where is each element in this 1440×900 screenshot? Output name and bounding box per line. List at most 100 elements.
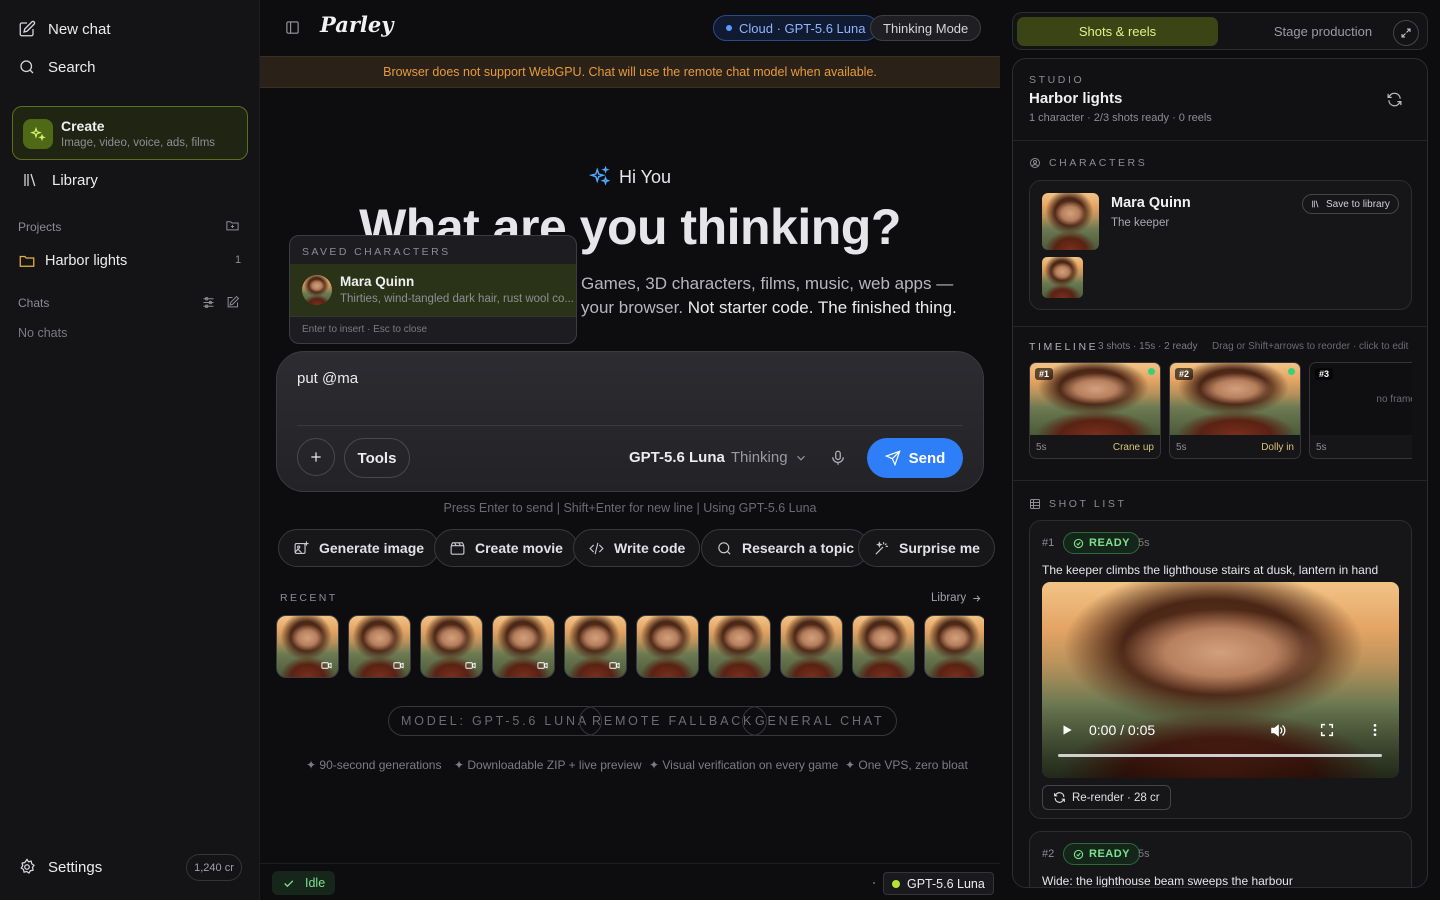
top-bar: Parley Cloud · GPT-5.6 Luna Thinking Mod…	[260, 0, 1000, 56]
ready-dot	[1288, 368, 1295, 375]
rerender-label: Re-render · 28 cr	[1072, 791, 1160, 804]
edit-icon	[19, 20, 36, 37]
timeline-shot-2[interactable]: #2 5s Dolly in	[1169, 362, 1301, 459]
search-label: Search	[48, 58, 96, 76]
play-icon[interactable]	[1060, 723, 1074, 737]
project-item-harbor-lights[interactable]: Harbor lights	[18, 252, 127, 270]
image-plus-icon	[294, 540, 309, 554]
expand-button[interactable]	[1393, 20, 1419, 46]
recent-thumbnail[interactable]	[636, 615, 699, 678]
studio-panel: STUDIO Harbor lights 1 character · 2/3 s…	[1012, 58, 1428, 888]
no-frame-text: no frame yet	[1376, 394, 1412, 405]
fullscreen-icon[interactable]	[1319, 722, 1335, 738]
check-icon	[284, 879, 294, 887]
timeline-shot-1[interactable]: #1 5s Crane up	[1029, 362, 1161, 459]
credits-badge[interactable]: 1,240 cr	[186, 854, 242, 881]
shot-number: #2	[1042, 848, 1055, 860]
separator-dot	[873, 882, 875, 884]
recent-thumbnail[interactable]	[708, 615, 771, 678]
research-topic-chip[interactable]: Research a topic	[701, 529, 870, 567]
send-icon	[884, 450, 901, 466]
save-to-library-button[interactable]: Save to library	[1302, 194, 1399, 214]
recent-thumbnail[interactable]	[852, 615, 915, 678]
hero-subline-2: your browser. Not starter code. The fini…	[581, 298, 957, 318]
shot-description: Wide: the lighthouse beam sweeps the har…	[1042, 874, 1293, 888]
character-reference-thumb[interactable]	[1042, 257, 1083, 298]
ready-label: READY	[1089, 537, 1131, 549]
status-text: Idle	[305, 876, 326, 890]
recent-thumbnail[interactable]	[420, 615, 483, 678]
popup-item-mara-quinn[interactable]: Mara Quinn Thirties, wind-tangled dark h…	[290, 264, 576, 316]
shot-card-2: #2 READY 5s Wide: the lighthouse beam sw…	[1029, 831, 1412, 888]
shot-number: #1	[1042, 537, 1055, 549]
hero-subline-bright: Not starter code. The finished thing.	[687, 298, 957, 317]
thinking-mode-pill[interactable]: Thinking Mode	[870, 15, 982, 41]
recent-thumbnail[interactable]	[780, 615, 843, 678]
remote-fallback-tag: REMOTE FALLBACK	[579, 706, 768, 736]
settings-label: Settings	[48, 858, 103, 876]
camera-move: Crane up	[1112, 442, 1154, 453]
chats-label: Chats	[18, 296, 50, 310]
create-button[interactable]: Create Image, video, voice, ads, films	[12, 106, 248, 160]
recent-thumbnail[interactable]	[492, 615, 555, 678]
character-card[interactable]: Mara Quinn The keeper Save to library	[1029, 180, 1412, 310]
saved-characters-popup: SAVED CHARACTERS Mara Quinn Thirties, wi…	[289, 235, 577, 344]
camera-move: Dolly in	[1261, 442, 1294, 453]
recent-thumbnail[interactable]	[276, 615, 339, 678]
library-label: Library	[52, 171, 98, 189]
model-tag: MODEL: GPT-5.6 LUNA	[388, 706, 602, 736]
chip-label: Create movie	[475, 540, 563, 556]
shot-card-1: #1 READY 5s The keeper climbs the lighth…	[1029, 520, 1412, 819]
recent-thumbnail[interactable]	[924, 615, 984, 678]
surprise-me-chip[interactable]: Surprise me	[858, 529, 995, 567]
shot-description: The keeper climbs the lighthouse stairs …	[1042, 563, 1379, 577]
check-circle-icon	[1073, 849, 1084, 859]
sidebar-toggle-icon[interactable]	[285, 20, 300, 35]
new-chat-button[interactable]: New chat	[18, 20, 111, 38]
tools-button[interactable]: Tools	[344, 438, 410, 478]
filter-icon[interactable]	[201, 295, 216, 310]
search-button[interactable]: Search	[18, 58, 96, 76]
recent-thumbnail[interactable]	[348, 615, 411, 678]
timeline-shot-3[interactable]: #3 no frame yet 5s	[1309, 362, 1412, 459]
model-pill[interactable]: Cloud · GPT-5.6 Luna	[713, 15, 879, 41]
create-movie-chip[interactable]: Create movie	[434, 529, 578, 567]
status-dot-icon	[726, 25, 732, 31]
project-title: Harbor lights	[1029, 90, 1123, 107]
video-camera-icon	[537, 662, 548, 669]
new-folder-icon[interactable]	[225, 218, 240, 233]
project-name: Harbor lights	[45, 253, 128, 269]
project-count: 1	[235, 254, 242, 266]
tab-shots-reels[interactable]: Shots & reels	[1017, 17, 1218, 46]
refresh-icon	[1054, 792, 1065, 803]
settings-button[interactable]: Settings	[18, 858, 102, 876]
footer-model-badge[interactable]: GPT-5.6 Luna	[883, 872, 994, 895]
attach-button[interactable]	[297, 438, 335, 476]
recent-thumbnails-strip	[276, 615, 984, 679]
project-meta: 1 character · 2/3 shots ready · 0 reels	[1029, 112, 1212, 124]
library-icon	[24, 173, 36, 187]
rerender-button[interactable]: Re-render · 28 cr	[1042, 785, 1171, 810]
compose-icon[interactable]	[225, 295, 240, 310]
new-chat-label: New chat	[48, 20, 111, 38]
library-button[interactable]: Library	[22, 171, 98, 189]
save-label: Save to library	[1326, 198, 1390, 210]
message-input[interactable]: put @ma	[297, 370, 358, 387]
send-button[interactable]: Send	[867, 438, 963, 478]
greeting: Hi You	[589, 166, 671, 188]
recent-thumbnail[interactable]	[564, 615, 627, 678]
ready-badge: READY	[1063, 843, 1141, 865]
generate-image-chip[interactable]: Generate image	[278, 529, 440, 567]
clapperboard-icon	[450, 541, 465, 555]
volume-icon[interactable]	[1269, 722, 1286, 739]
code-icon	[589, 542, 604, 554]
video-progress-bar[interactable]	[1058, 754, 1382, 757]
refresh-icon[interactable]	[1386, 91, 1403, 108]
shot-video-player[interactable]: 0:00 / 0:05	[1042, 582, 1399, 778]
recent-library-link[interactable]: Library	[931, 592, 982, 604]
write-code-chip[interactable]: Write code	[573, 529, 701, 567]
composer-hint: Press Enter to send | Shift+Enter for ne…	[443, 501, 817, 515]
microphone-icon[interactable]	[829, 449, 847, 467]
more-vertical-icon[interactable]	[1367, 722, 1383, 738]
model-selector[interactable]: GPT-5.6 Luna Thinking	[629, 449, 808, 466]
